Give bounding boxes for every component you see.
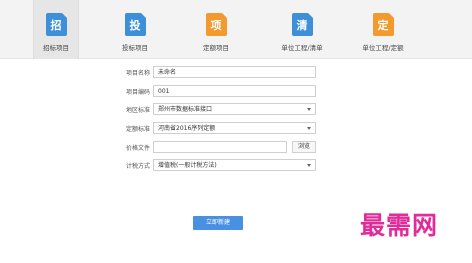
bid-project-glyph: 投 <box>129 18 141 32</box>
quota-standard-label: 定额标准 <box>125 126 150 133</box>
region-standard-label: 地区标准 <box>125 107 150 114</box>
row-tax-method: 计税方式 增值税(一般计税方法) <box>0 159 472 173</box>
price-file-label: 价格文件 <box>125 145 150 152</box>
bid-project-icon: 投 <box>124 13 146 36</box>
tax-method-label: 计税方式 <box>125 163 150 170</box>
tool-unit-bill[interactable]: 清 单位工程/清单 <box>272 0 332 59</box>
tool-unit-quota-label: 单位工程/定额 <box>362 44 404 52</box>
unit-bill-icon: 清 <box>291 13 313 36</box>
row-project-name: 项目名称 未命名 <box>0 66 472 80</box>
quota-project-glyph: 项 <box>210 18 222 32</box>
project-code-label: 项目编码 <box>125 89 150 96</box>
tool-quota-project-label: 定额项目 <box>203 44 229 52</box>
tool-bid-project-label: 投标项目 <box>122 44 148 52</box>
project-type-toolbar: 招 招标项目 投 投标项目 项 定额项目 清 单位工程/清单 定 单位工程/定额 <box>0 0 472 59</box>
browse-button[interactable]: 浏览 <box>292 141 316 153</box>
tool-bid-project[interactable]: 投 投标项目 <box>112 0 158 59</box>
quota-project-icon: 项 <box>205 13 227 36</box>
project-name-label: 项目名称 <box>125 70 150 77</box>
tool-unit-bill-label: 单位工程/清单 <box>281 44 323 52</box>
project-code-input[interactable]: 001 <box>153 85 316 97</box>
watermark-logo: 最需网 <box>360 211 439 240</box>
tender-project-icon: 招 <box>45 13 67 36</box>
quota-standard-select[interactable]: 河南省2016序列定额 <box>153 122 316 134</box>
unit-quota-icon: 定 <box>372 13 394 36</box>
price-file-input[interactable] <box>153 141 287 153</box>
row-project-code: 项目编码 001 <box>0 85 472 99</box>
tool-unit-quota[interactable]: 定 单位工程/定额 <box>353 0 413 59</box>
unit-quota-glyph: 定 <box>377 18 389 32</box>
create-now-button[interactable]: 立即新建 <box>193 216 243 230</box>
tender-project-glyph: 招 <box>50 18 62 32</box>
tax-method-select[interactable]: 增值税(一般计税方法) <box>153 159 316 171</box>
unit-bill-glyph: 清 <box>296 18 308 32</box>
row-quota-standard: 定额标准 河南省2016序列定额 <box>0 122 472 136</box>
row-region-standard: 地区标准 郑州市数据标准接口 <box>0 103 472 117</box>
tool-quota-project[interactable]: 项 定额项目 <box>193 0 239 59</box>
row-price-file: 价格文件 浏览 <box>0 141 472 155</box>
region-standard-select[interactable]: 郑州市数据标准接口 <box>153 103 316 115</box>
tool-tender-project[interactable]: 招 招标项目 <box>33 0 79 59</box>
tool-tender-project-label: 招标项目 <box>43 44 69 52</box>
project-name-input[interactable]: 未命名 <box>153 66 316 78</box>
